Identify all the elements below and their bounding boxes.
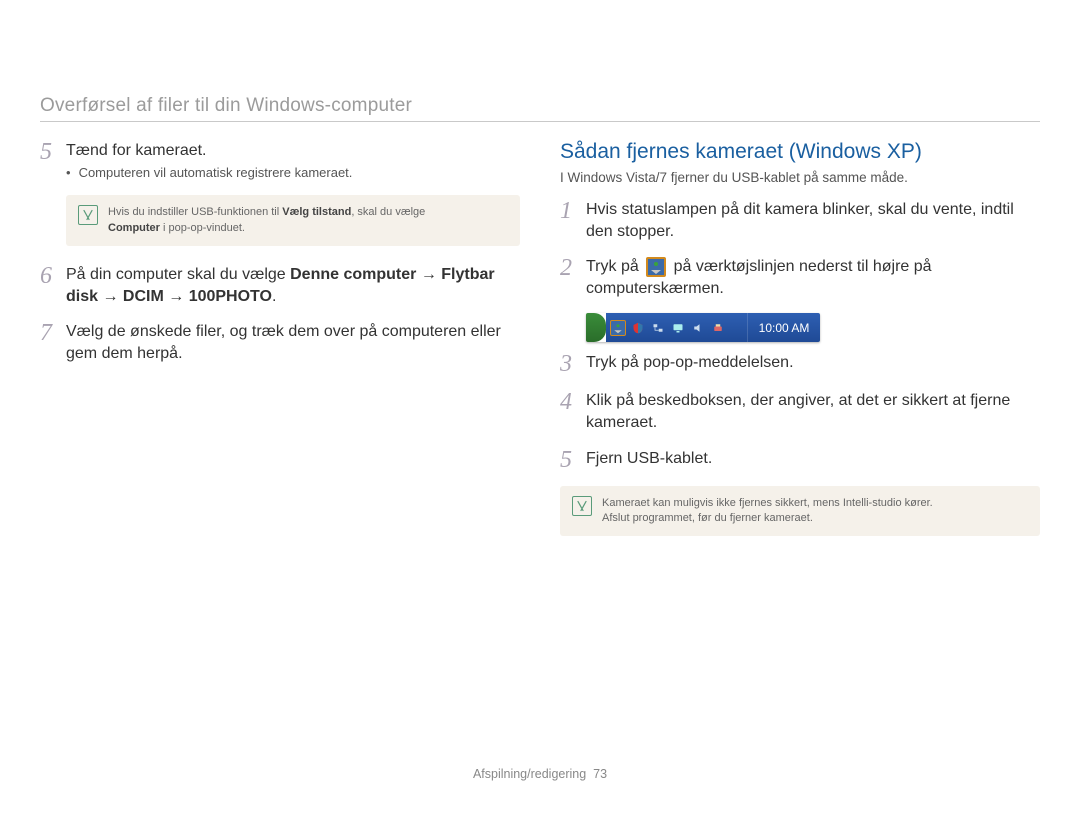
taskbar-screenshot: 10:00 AM <box>586 313 820 342</box>
step-number: 5 <box>560 448 586 472</box>
step-number: 4 <box>560 390 586 433</box>
step-number: 1 <box>560 199 586 242</box>
start-button-edge <box>586 313 606 342</box>
step-5: 5 Tænd for kameraet. Computeren vil auto… <box>40 140 520 181</box>
step-bullet: Computeren vil automatisk registrere kam… <box>66 164 520 182</box>
step-text: På din computer skal du vælge Denne comp… <box>66 264 520 307</box>
step-number: 2 <box>560 256 586 299</box>
note-box: Kameraet kan muligvis ikke fjernes sikke… <box>560 486 1040 537</box>
tray-volume-icon <box>690 320 706 336</box>
step-1: 1 Hvis statuslampen på dit kamera blinke… <box>560 199 1040 242</box>
note-text: Kameraet kan muligvis ikke fjernes sikke… <box>602 496 933 527</box>
taskbar-clock: 10:00 AM <box>747 313 820 342</box>
right-column: Sådan fjernes kameraet (Windows XP) I Wi… <box>560 140 1040 544</box>
step-2: 2 Tryk på på værktøjslinjen nederst til … <box>560 256 1040 299</box>
step-text: Hvis statuslampen på dit kamera blinker,… <box>586 199 1040 242</box>
section-intro: I Windows Vista/7 fjerner du USB-kablet … <box>560 170 1040 185</box>
page-footer: Afspilning/redigering 73 <box>0 767 1080 781</box>
system-tray <box>606 313 747 342</box>
step-6: 6 På din computer skal du vælge Denne co… <box>40 264 520 307</box>
note-icon <box>572 496 592 516</box>
step-number: 7 <box>40 321 66 364</box>
left-column: 5 Tænd for kameraet. Computeren vil auto… <box>40 140 520 544</box>
section-heading: Sådan fjernes kameraet (Windows XP) <box>560 140 1040 164</box>
step-3: 3 Tryk på pop-op-meddelelsen. <box>560 352 1040 376</box>
safely-remove-hardware-icon <box>646 257 666 277</box>
note-box: Hvis du indstiller USB-funktionen til Væ… <box>66 195 520 246</box>
header-rule <box>40 121 1040 122</box>
step-number: 5 <box>40 140 66 181</box>
tray-monitor-icon <box>670 320 686 336</box>
step-text: Tryk på pop-op-meddelelsen. <box>586 352 1040 376</box>
step-text: Fjern USB-kablet. <box>586 448 1040 472</box>
tray-shield-icon <box>630 320 646 336</box>
step-text: Tænd for kameraet. <box>66 140 520 162</box>
note-text: Hvis du indstiller USB-funktionen til Væ… <box>108 205 425 236</box>
step-text: Klik på beskedboksen, der angiver, at de… <box>586 390 1040 433</box>
step-number: 6 <box>40 264 66 307</box>
step-7: 7 Vælg de ønskede filer, og træk dem ove… <box>40 321 520 364</box>
note-icon <box>78 205 98 225</box>
step-text: Tryk på på værktøjslinjen nederst til hø… <box>586 256 1040 299</box>
safely-remove-hardware-icon <box>610 320 626 336</box>
page-header: Overførsel af filer til din Windows-comp… <box>40 95 1040 117</box>
tray-printer-icon <box>710 320 726 336</box>
step-number: 3 <box>560 352 586 376</box>
tray-network-icon <box>650 320 666 336</box>
step-5r: 5 Fjern USB-kablet. <box>560 448 1040 472</box>
step-4: 4 Klik på beskedboksen, der angiver, at … <box>560 390 1040 433</box>
step-text: Vælg de ønskede filer, og træk dem over … <box>66 321 520 364</box>
